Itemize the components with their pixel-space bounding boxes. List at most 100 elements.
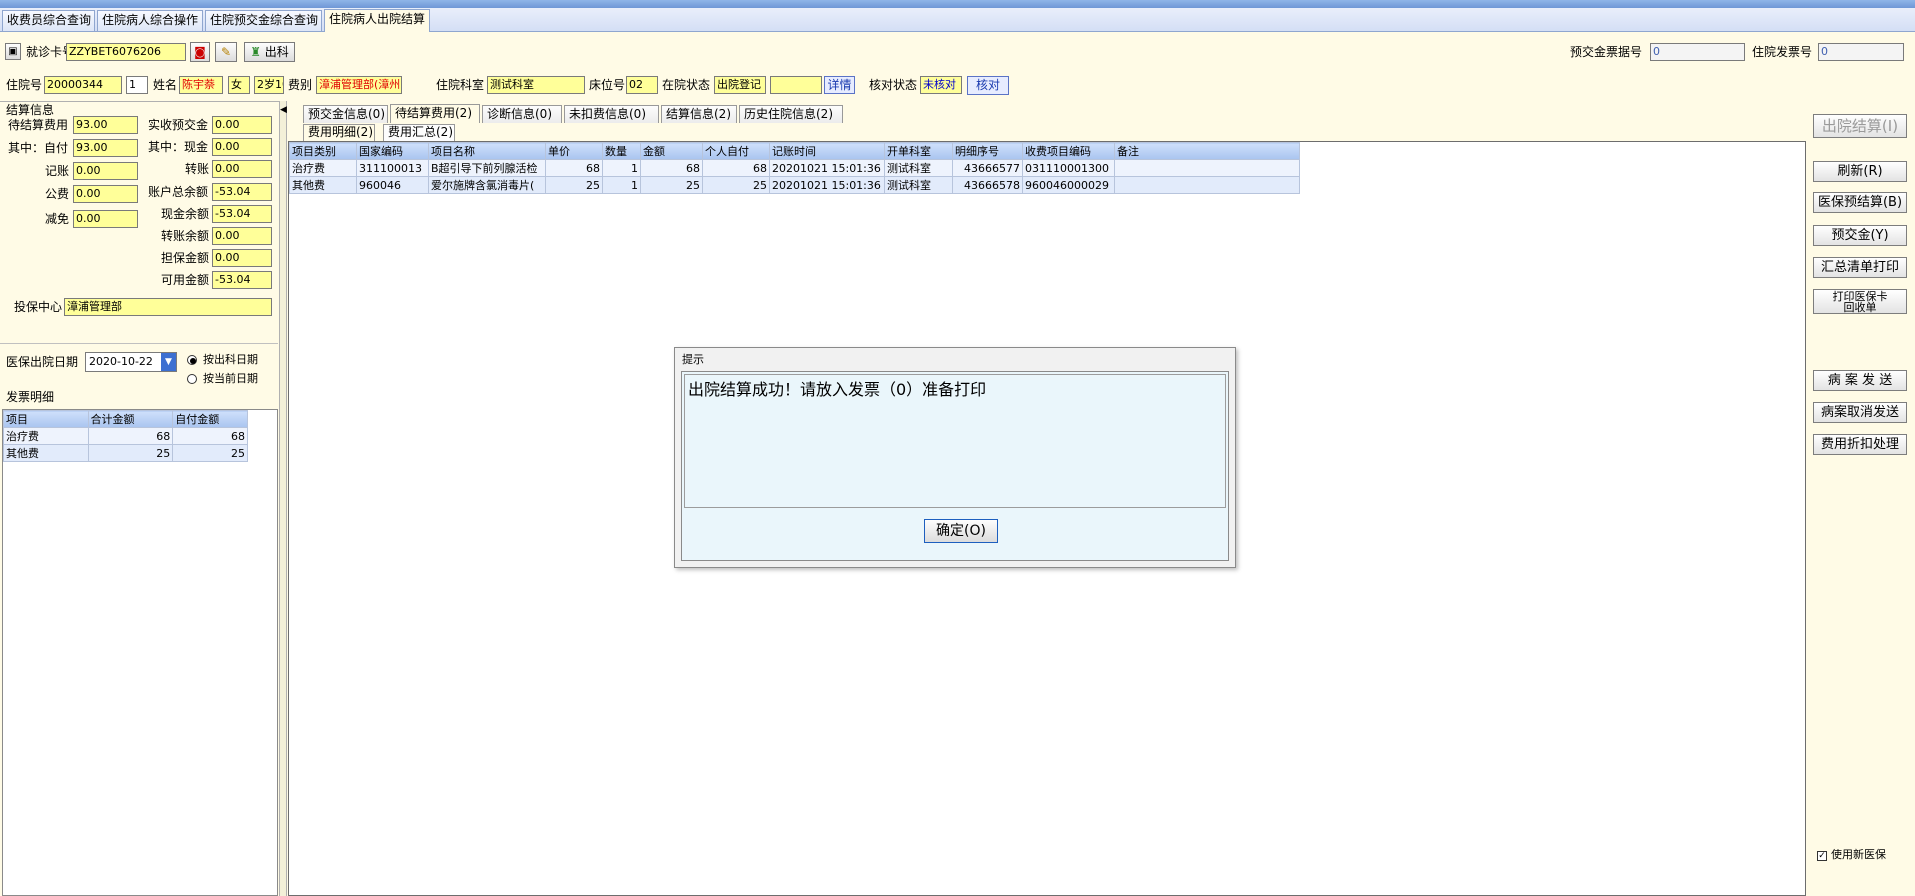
cell: 测试科室 (884, 159, 953, 177)
splitter[interactable]: ◀ (279, 101, 287, 896)
table-row[interactable]: 其他费 960046 爱尔施牌含氯消毒片( 25 1 25 25 2020102… (289, 176, 1300, 194)
account-label: 记账 (45, 164, 70, 178)
tab-fee-summary[interactable]: 费用汇总(2) (383, 124, 455, 141)
discharge-date-label: 医保出院日期 (6, 355, 79, 369)
discharge-settle-button[interactable]: 出院结算(I) (1813, 114, 1907, 138)
radio-by-out-date[interactable] (187, 355, 197, 365)
case-send-button[interactable]: 病 案 发 送 (1813, 370, 1907, 391)
discount-button[interactable]: 费用折扣处理 (1813, 434, 1907, 455)
cell: 25 (172, 444, 248, 462)
chevron-left-icon[interactable]: ◀ (280, 105, 287, 115)
radio-by-current-date[interactable] (187, 374, 197, 384)
cell: 43666578 (952, 176, 1023, 194)
tab-diagnosis[interactable]: 诊断信息(0) (482, 105, 562, 123)
cell: 测试科室 (884, 176, 953, 194)
cell: 68 (172, 427, 248, 445)
summary-print-button[interactable]: 汇总清单打印 (1813, 257, 1907, 278)
available-field[interactable]: -53.04 (212, 271, 272, 289)
table-row[interactable]: 治疗费 311100013 B超引导下前列腺活检 68 1 68 68 2020… (289, 159, 1300, 177)
prepay-received-field[interactable]: 0.00 (212, 116, 272, 134)
pending-fee-field[interactable]: 93.00 (73, 116, 138, 134)
name-field[interactable]: 陈宇萘 (179, 76, 223, 94)
center-field[interactable]: 漳浦管理部 (64, 298, 272, 316)
dept-field[interactable]: 测试科室 (487, 76, 585, 94)
prepay-button[interactable]: 预交金(Y) (1813, 225, 1907, 246)
check-button[interactable]: 核对 (967, 76, 1009, 95)
tab-prepay-query[interactable]: 住院预交金综合查询 (205, 10, 322, 31)
cash-field[interactable]: 0.00 (212, 138, 272, 156)
transfer-field[interactable]: 0.00 (212, 160, 272, 178)
col-time: 记账时间 (769, 142, 885, 160)
new-insurance-label: 使用新医保 (1831, 848, 1886, 861)
guarantee-field[interactable]: 0.00 (212, 249, 272, 267)
tab-discharge-settle[interactable]: 住院病人出院结算 (324, 9, 430, 32)
discharge-date-select[interactable]: 2020-10-22 ▼ (85, 352, 177, 372)
table-row[interactable]: 治疗费 68 68 (3, 427, 248, 445)
out-dept-button[interactable]: ♜ 出科 (244, 42, 295, 62)
card-red-icon: ◙ (194, 45, 206, 59)
tab-pending-fee[interactable]: 待结算费用(2) (390, 104, 480, 123)
detail-button[interactable]: 详情 (824, 76, 855, 94)
available-label: 可用金额 (161, 273, 210, 287)
tab-fee-detail[interactable]: 费用明细(2) (303, 124, 375, 141)
col-price: 单价 (545, 142, 603, 160)
cell: 其他费 (289, 176, 357, 194)
refresh-button[interactable]: 刷新(R) (1813, 161, 1907, 182)
self-pay-field[interactable]: 93.00 (73, 139, 138, 157)
cell: 爱尔施牌含氯消毒片( (428, 176, 546, 194)
card-number-field[interactable]: ZZYBET6076206 (66, 43, 186, 61)
tab-inpatient-ops[interactable]: 住院病人综合操作 (97, 10, 203, 31)
admission-times-field[interactable]: 1 (126, 76, 148, 94)
cell: 1 (602, 176, 641, 194)
status-field[interactable]: 出院登记 (714, 76, 766, 94)
public-fee-field[interactable]: 0.00 (73, 185, 138, 203)
sex-field[interactable]: 女 (228, 76, 250, 94)
print-receipt-line2: 回收单 (1843, 301, 1877, 314)
search-icon: ✎ (220, 45, 232, 59)
check-status-label: 核对状态 (869, 78, 918, 92)
inpatient-invoice-label: 住院发票号 (1752, 45, 1813, 59)
public-fee-label: 公费 (45, 187, 70, 201)
prepay-invoice-field[interactable]: 0 (1650, 43, 1745, 61)
bed-field[interactable]: 02 (626, 76, 658, 94)
inpatient-invoice-field[interactable]: 0 (1818, 43, 1904, 61)
fee-type-label: 费别 (288, 78, 313, 92)
cell: 25 (87, 444, 174, 462)
cell (1114, 176, 1300, 194)
read-card-button[interactable]: ◙ (190, 42, 210, 62)
inpatient-no-field[interactable]: 20000344 (44, 76, 122, 94)
account-field[interactable]: 0.00 (73, 162, 138, 180)
cell: 68 (87, 427, 174, 445)
message-dialog: 提示 出院结算成功！请放入发票（0）准备打印 确定(O) (674, 347, 1236, 568)
self-pay-label: 其中：自付 (8, 141, 69, 155)
print-insurance-receipt-button[interactable]: 打印医保卡 回收单 (1813, 289, 1907, 314)
check-status-field[interactable]: 未核对 (920, 76, 962, 94)
fee-type-field[interactable]: 漳浦管理部(漳州 (316, 76, 402, 94)
chevron-down-icon[interactable]: ▼ (161, 353, 176, 371)
col-charge-code: 收费项目编码 (1022, 142, 1115, 160)
tab-undeducted[interactable]: 未扣费信息(0) (564, 105, 659, 123)
dialog-message-box: 出院结算成功！请放入发票（0）准备打印 (684, 374, 1226, 508)
new-insurance-checkbox[interactable]: ✓ (1817, 851, 1827, 861)
search-button[interactable]: ✎ (215, 42, 237, 62)
card-reader-button[interactable]: ▣ (5, 43, 21, 60)
case-cancel-button[interactable]: 病案取消发送 (1813, 402, 1907, 423)
age-field[interactable]: 2岁10 (254, 76, 284, 94)
cell: 其他费 (3, 444, 89, 462)
cash-balance-field[interactable]: -53.04 (212, 205, 272, 223)
col-amount: 金额 (640, 142, 703, 160)
tab-settle-info[interactable]: 结算信息(2) (661, 105, 737, 123)
tab-history[interactable]: 历史住院信息(2) (739, 105, 843, 123)
tab-cashier-query[interactable]: 收费员综合查询 (2, 10, 95, 31)
status-extra-field[interactable] (770, 76, 822, 94)
dialog-body: 出院结算成功！请放入发票（0）准备打印 确定(O) (681, 371, 1229, 561)
table-row[interactable]: 其他费 25 25 (3, 444, 248, 462)
tab-prepay-info[interactable]: 预交金信息(0) (303, 105, 388, 123)
reduce-field[interactable]: 0.00 (73, 210, 138, 228)
transfer-balance-field[interactable]: 0.00 (212, 227, 272, 245)
dialog-ok-button[interactable]: 确定(O) (924, 519, 998, 543)
cell: 960046000029 (1022, 176, 1115, 194)
acct-balance-field[interactable]: -53.04 (212, 183, 272, 201)
insurance-presettle-button[interactable]: 医保预结算(B) (1813, 192, 1907, 213)
reduce-label: 减免 (45, 212, 70, 226)
